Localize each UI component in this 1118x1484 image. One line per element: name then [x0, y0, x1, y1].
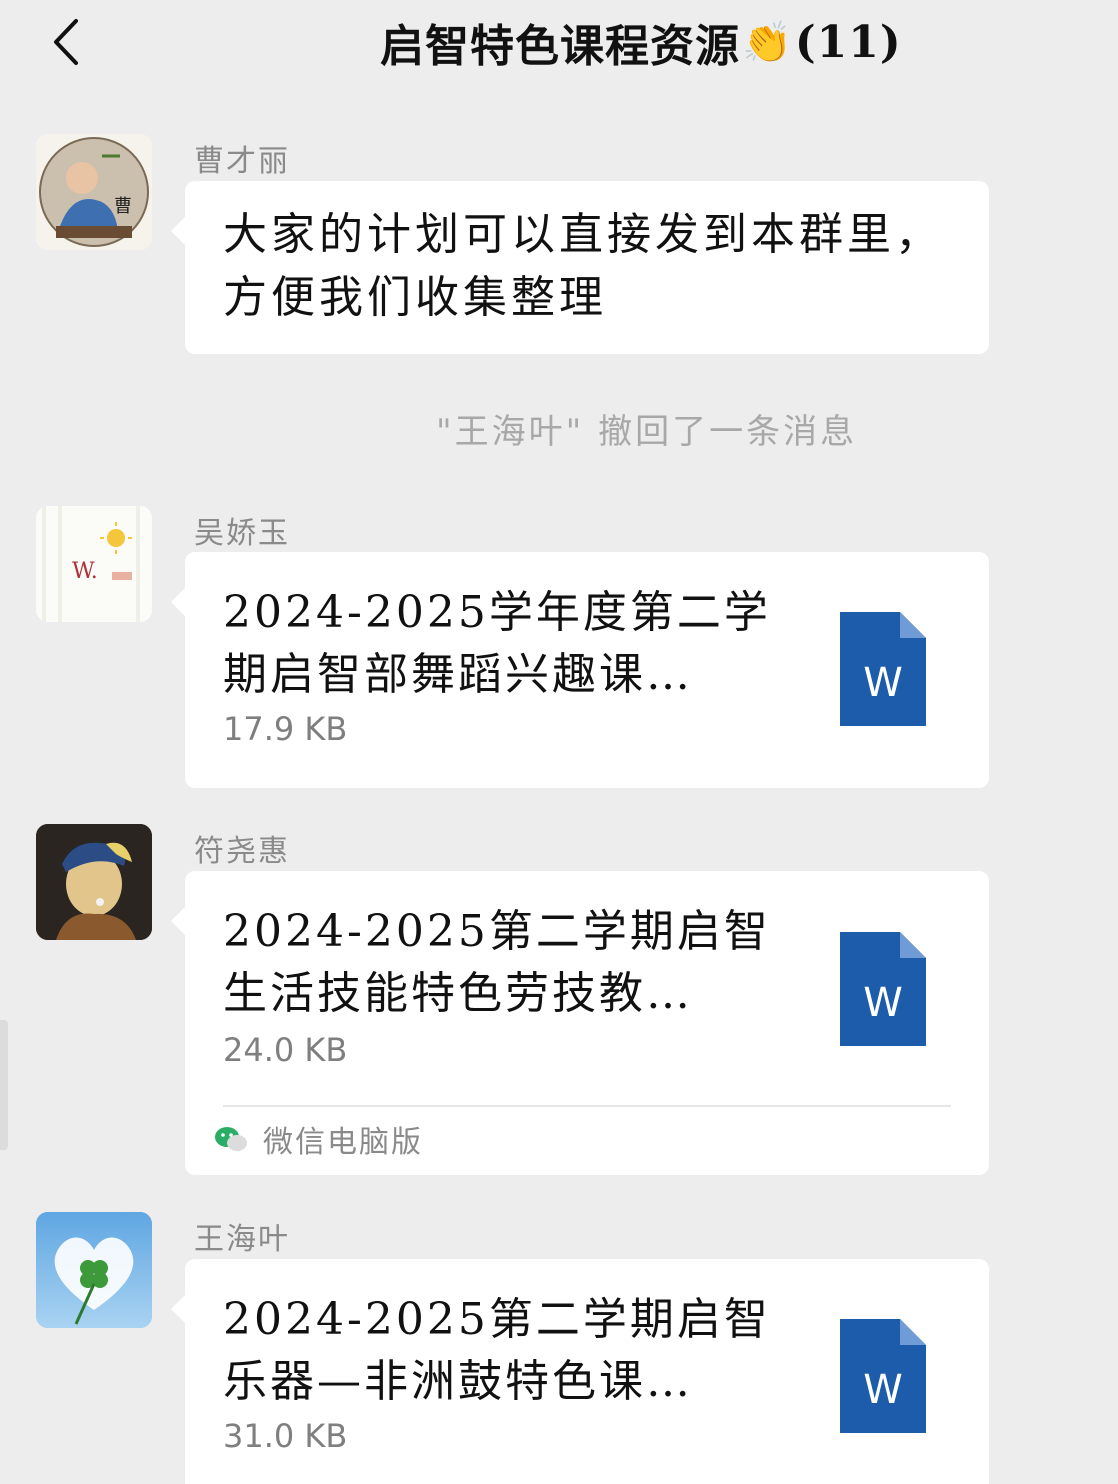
chat-screen: 启智特色课程资源 👏 (11) 曹 曹才丽 大家的计划可以直接发到本群里，方便我…: [0, 0, 1118, 1484]
message-source: 微信电脑版: [213, 1119, 423, 1160]
clapping-hands-icon: 👏: [742, 19, 793, 66]
member-count: (11): [794, 16, 902, 68]
chevron-left-icon: [54, 19, 78, 65]
avatar-clover-heart-cloud: [36, 1212, 152, 1328]
sender-name: 王海叶: [194, 1222, 290, 1257]
word-doc-icon: W: [840, 1319, 926, 1433]
message-row: 曹 曹才丽 大家的计划可以直接发到本群里，方便我们收集整理: [0, 132, 1118, 362]
file-size: 31.0 KB: [223, 1417, 348, 1455]
divider: [223, 1105, 951, 1107]
chat-header: 启智特色课程资源 👏 (11): [0, 0, 1118, 92]
message-row: 符尧惠 2024-2025第二学期启智生活技能特色劳技教… 24.0 KB W: [0, 822, 1118, 1182]
file-message-bubble[interactable]: 2024-2025第二学期启智乐器—非洲鼓特色课… 31.0 KB W: [171, 1259, 989, 1484]
word-doc-icon: W: [840, 612, 926, 726]
chat-title: 启智特色课程资源 👏 (11): [380, 12, 902, 73]
edge-handle[interactable]: [0, 1020, 8, 1150]
file-size: 24.0 KB: [223, 1031, 348, 1069]
recall-notice: "王海叶" 撤回了一条消息: [436, 412, 858, 452]
avatar-badge-text: 曹: [114, 196, 132, 217]
message-bubble[interactable]: 大家的计划可以直接发到本群里，方便我们收集整理: [171, 181, 989, 354]
svg-text:W: W: [863, 980, 903, 1026]
file-message-bubble[interactable]: 2024-2025学年度第二学期启智部舞蹈兴趣课… 17.9 KB W: [171, 552, 989, 788]
group-name: 启智特色课程资源: [380, 21, 740, 72]
back-button[interactable]: [40, 14, 90, 70]
sender-name: 曹才丽: [194, 144, 290, 179]
avatar[interactable]: [36, 1212, 152, 1328]
avatar[interactable]: W.: [36, 506, 152, 622]
avatar[interactable]: [36, 824, 152, 940]
svg-text:W: W: [863, 660, 903, 706]
file-message-bubble[interactable]: 2024-2025第二学期启智生活技能特色劳技教… 24.0 KB W 微信电脑…: [171, 871, 989, 1175]
avatar[interactable]: 曹: [36, 134, 152, 250]
source-label: 微信电脑版: [263, 1125, 423, 1160]
avatar-monk-figurine: 曹: [36, 134, 152, 250]
svg-text:W: W: [863, 1367, 903, 1413]
file-name: 2024-2025第二学期启智乐器—非洲鼓特色课…: [223, 1294, 771, 1407]
wechat-icon: [215, 1127, 247, 1151]
message-row: W. 吴娇玉 2024-2025学年度第二学期启智部舞蹈兴趣课… 17.9 KB…: [0, 504, 1118, 794]
message-text: 大家的计划可以直接发到本群里，方便我们收集整理: [223, 209, 943, 323]
sender-name: 符尧惠: [194, 834, 290, 869]
word-doc-icon: W: [840, 932, 926, 1046]
file-name: 2024-2025第二学期启智生活技能特色劳技教…: [223, 906, 771, 1019]
message-row: 王海叶 2024-2025第二学期启智乐器—非洲鼓特色课… 31.0 KB W: [0, 1210, 1118, 1484]
sender-name: 吴娇玉: [194, 516, 290, 551]
file-size: 17.9 KB: [223, 710, 348, 748]
avatar-painting-portrait: [36, 824, 152, 940]
file-name: 2024-2025学年度第二学期启智部舞蹈兴趣课…: [223, 587, 771, 700]
avatar-sun-doodle: W.: [36, 506, 152, 622]
avatar-letter-text: W.: [72, 559, 98, 584]
